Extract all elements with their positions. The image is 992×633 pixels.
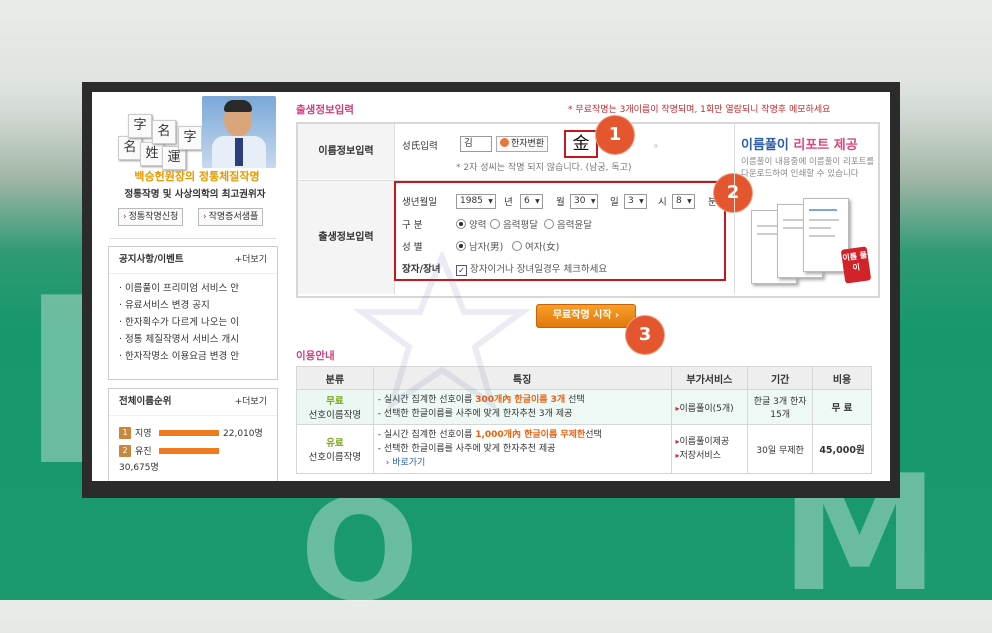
- cube: 名: [152, 120, 176, 144]
- rank-number: 2: [119, 445, 131, 457]
- month-select[interactable]: 6: [520, 194, 543, 209]
- cube: 字: [178, 126, 202, 150]
- day-unit: 일: [610, 197, 619, 208]
- rank-count: 22,010명: [223, 429, 263, 439]
- ranking-row[interactable]: 1 지영 22,010명: [119, 424, 277, 442]
- rank-name: 지영: [135, 429, 152, 439]
- hanja-character-display[interactable]: 金: [564, 130, 598, 158]
- notice-item[interactable]: · 유료서비스 변경 공지: [119, 297, 277, 314]
- birth-date-label: 생년월일: [402, 197, 437, 208]
- director-photo: [202, 96, 276, 168]
- extra-service-cell: ▸이름풀이제공 ▸저장서비스: [670, 424, 749, 474]
- promo-banner[interactable]: 名 姓 運 字 名 字 백승헌원장의 정통체질작명 정통작명 및 사상의학의 최…: [110, 96, 276, 239]
- gender-male-radio[interactable]: 남자(男): [456, 239, 503, 253]
- notice-box: 공지사항/이벤트 +더보기 · 이름풀이 프리미엄 서비스 안 · 유료서비스 …: [108, 246, 278, 380]
- step-marker-3: 3: [626, 316, 664, 354]
- calendar-solar-radio[interactable]: 양력: [456, 217, 486, 231]
- notice-list: · 이름풀이 프리미엄 서비스 안 · 유료서비스 변경 공지 · 한자획수가 …: [109, 280, 277, 365]
- convert-icon: [500, 138, 509, 147]
- free-naming-notice: * 무료작명는 3개이름이 작명되며, 1회만 열람되니 작명후 메모하세요: [568, 105, 831, 115]
- notice-item[interactable]: · 정통 체질작명서 서비스 개시: [119, 331, 277, 348]
- notice-item[interactable]: · 한자작명소 이용요금 변경 안: [119, 348, 277, 365]
- calendar-lunar-radio[interactable]: 음력평달: [490, 217, 538, 231]
- certificate-sample-button[interactable]: › 작명증서샘플: [198, 208, 264, 226]
- web-page: 名 姓 運 字 名 字 백승헌원장의 정통체질작명 정통작명 및 사상의학의 최…: [92, 92, 890, 488]
- calendar-type-label: 구 분: [402, 220, 423, 231]
- report-sticker: 이름 풀이: [840, 246, 872, 284]
- hour-unit: 시: [658, 197, 667, 208]
- star-watermark-icon: [352, 252, 532, 412]
- ranking-box: 전체이름순위 +더보기 1 지영 22,010명 2 유진 30,675명: [108, 388, 278, 488]
- notice-item[interactable]: · 이름풀이 프리미엄 서비스 안: [119, 280, 277, 297]
- chevron-right-icon: ›: [615, 310, 620, 321]
- surname-input[interactable]: 김: [460, 136, 492, 152]
- go-link[interactable]: › 바로가기: [378, 456, 667, 470]
- year-unit: 년: [504, 197, 513, 208]
- cost-cell: 45,000원: [812, 424, 872, 474]
- report-description: 이름풀이 내용중에 이름풀이 리포트를 다운로드하여 인쇄할 수 있습니다: [741, 157, 875, 179]
- rank-bar: [159, 430, 219, 436]
- rank-bar: [159, 448, 219, 454]
- calendar-leap-radio[interactable]: 음력윤달: [544, 217, 592, 231]
- rank-number: 1: [119, 427, 131, 439]
- period-cell: 한글 3개 한자 15개: [747, 389, 814, 425]
- extra-service-cell: ▸이름풀이(5개): [670, 389, 749, 425]
- promo-title: 백승헌원장의 정통체질작명: [134, 170, 260, 183]
- table-row: 유료 선호이름작명 - 실시간 집계한 선호이름 1,000개內 한글이름 무제한…: [296, 424, 872, 474]
- hour-select[interactable]: 3: [624, 194, 647, 209]
- day-select[interactable]: 30: [570, 194, 599, 209]
- ranking-row[interactable]: 2 유진: [119, 442, 277, 460]
- promo-subtitle: 정통작명 및 사상의학의 최고권위자: [124, 189, 266, 200]
- dot: 。: [654, 139, 664, 150]
- minute-select[interactable]: 8: [672, 194, 695, 209]
- free-naming-start-button[interactable]: 무료작명 시작 ›: [536, 304, 636, 328]
- certificate-sample-label: 작명증서샘플: [208, 212, 259, 222]
- rank-name: 유진: [135, 447, 152, 457]
- period-cell: 30일 무제한: [747, 424, 814, 474]
- cube: 姓: [140, 142, 164, 166]
- report-panel: 이름풀이 리포트 제공 이름풀이 내용중에 이름풀이 리포트를 다운로드하여 인…: [734, 124, 879, 294]
- rank-count: 30,675명: [119, 463, 159, 473]
- notice-item[interactable]: · 한자획수가 다르게 나오는 이: [119, 314, 277, 331]
- arrow-right-icon: ›: [203, 212, 207, 222]
- guide-section-title: 이용안내: [296, 350, 335, 362]
- hanja-convert-button[interactable]: 한자변환: [496, 136, 549, 152]
- name-info-label: 이름정보입력: [298, 124, 395, 179]
- bottom-bar: [92, 481, 890, 488]
- screenshot-frame: 名 姓 運 字 名 字 백승헌원장의 정통체질작명 정통작명 및 사상의학의 최…: [82, 82, 900, 498]
- header-extra-service: 부가서비스: [670, 366, 749, 390]
- gender-female-radio[interactable]: 여자(女): [512, 239, 559, 253]
- month-unit: 월: [556, 197, 565, 208]
- hanja-convert-label: 한자변환: [511, 139, 545, 149]
- apply-naming-label: 정통작명신청: [128, 212, 179, 222]
- cube: 名: [118, 136, 142, 160]
- hanja-cubes-image: 名 姓 運 字 名 字: [118, 108, 208, 170]
- cost-cell: 무 료: [812, 389, 872, 425]
- header-cost: 비용: [812, 366, 872, 390]
- header-period: 기간: [747, 366, 814, 390]
- arrow-right-icon: ›: [123, 212, 127, 222]
- ranking-more-link[interactable]: +더보기: [235, 389, 267, 415]
- notice-more-link[interactable]: +더보기: [235, 247, 267, 273]
- surname-note: * 2자 성씨는 작명 되지 않습니다. (남궁, 독고): [456, 163, 632, 173]
- feature-cell: - 실시간 집계한 선호이름 1,000개內 한글이름 무제한선택 - 선택한 …: [372, 424, 672, 474]
- report-booklet-image: 이름 풀이: [751, 198, 872, 288]
- year-select[interactable]: 1985: [456, 194, 496, 209]
- surname-label: 성氏입력: [402, 141, 438, 152]
- birth-info-section-title: 출생정보입력: [296, 104, 354, 116]
- category-cell: 유료 선호이름작명: [296, 424, 374, 474]
- apply-naming-button[interactable]: › 정통작명신청: [118, 208, 184, 226]
- step-marker-1: 1: [596, 116, 634, 154]
- report-title: 이름풀이 리포트 제공: [741, 138, 858, 153]
- gender-label: 성 별: [402, 242, 423, 253]
- cube: 字: [128, 114, 152, 138]
